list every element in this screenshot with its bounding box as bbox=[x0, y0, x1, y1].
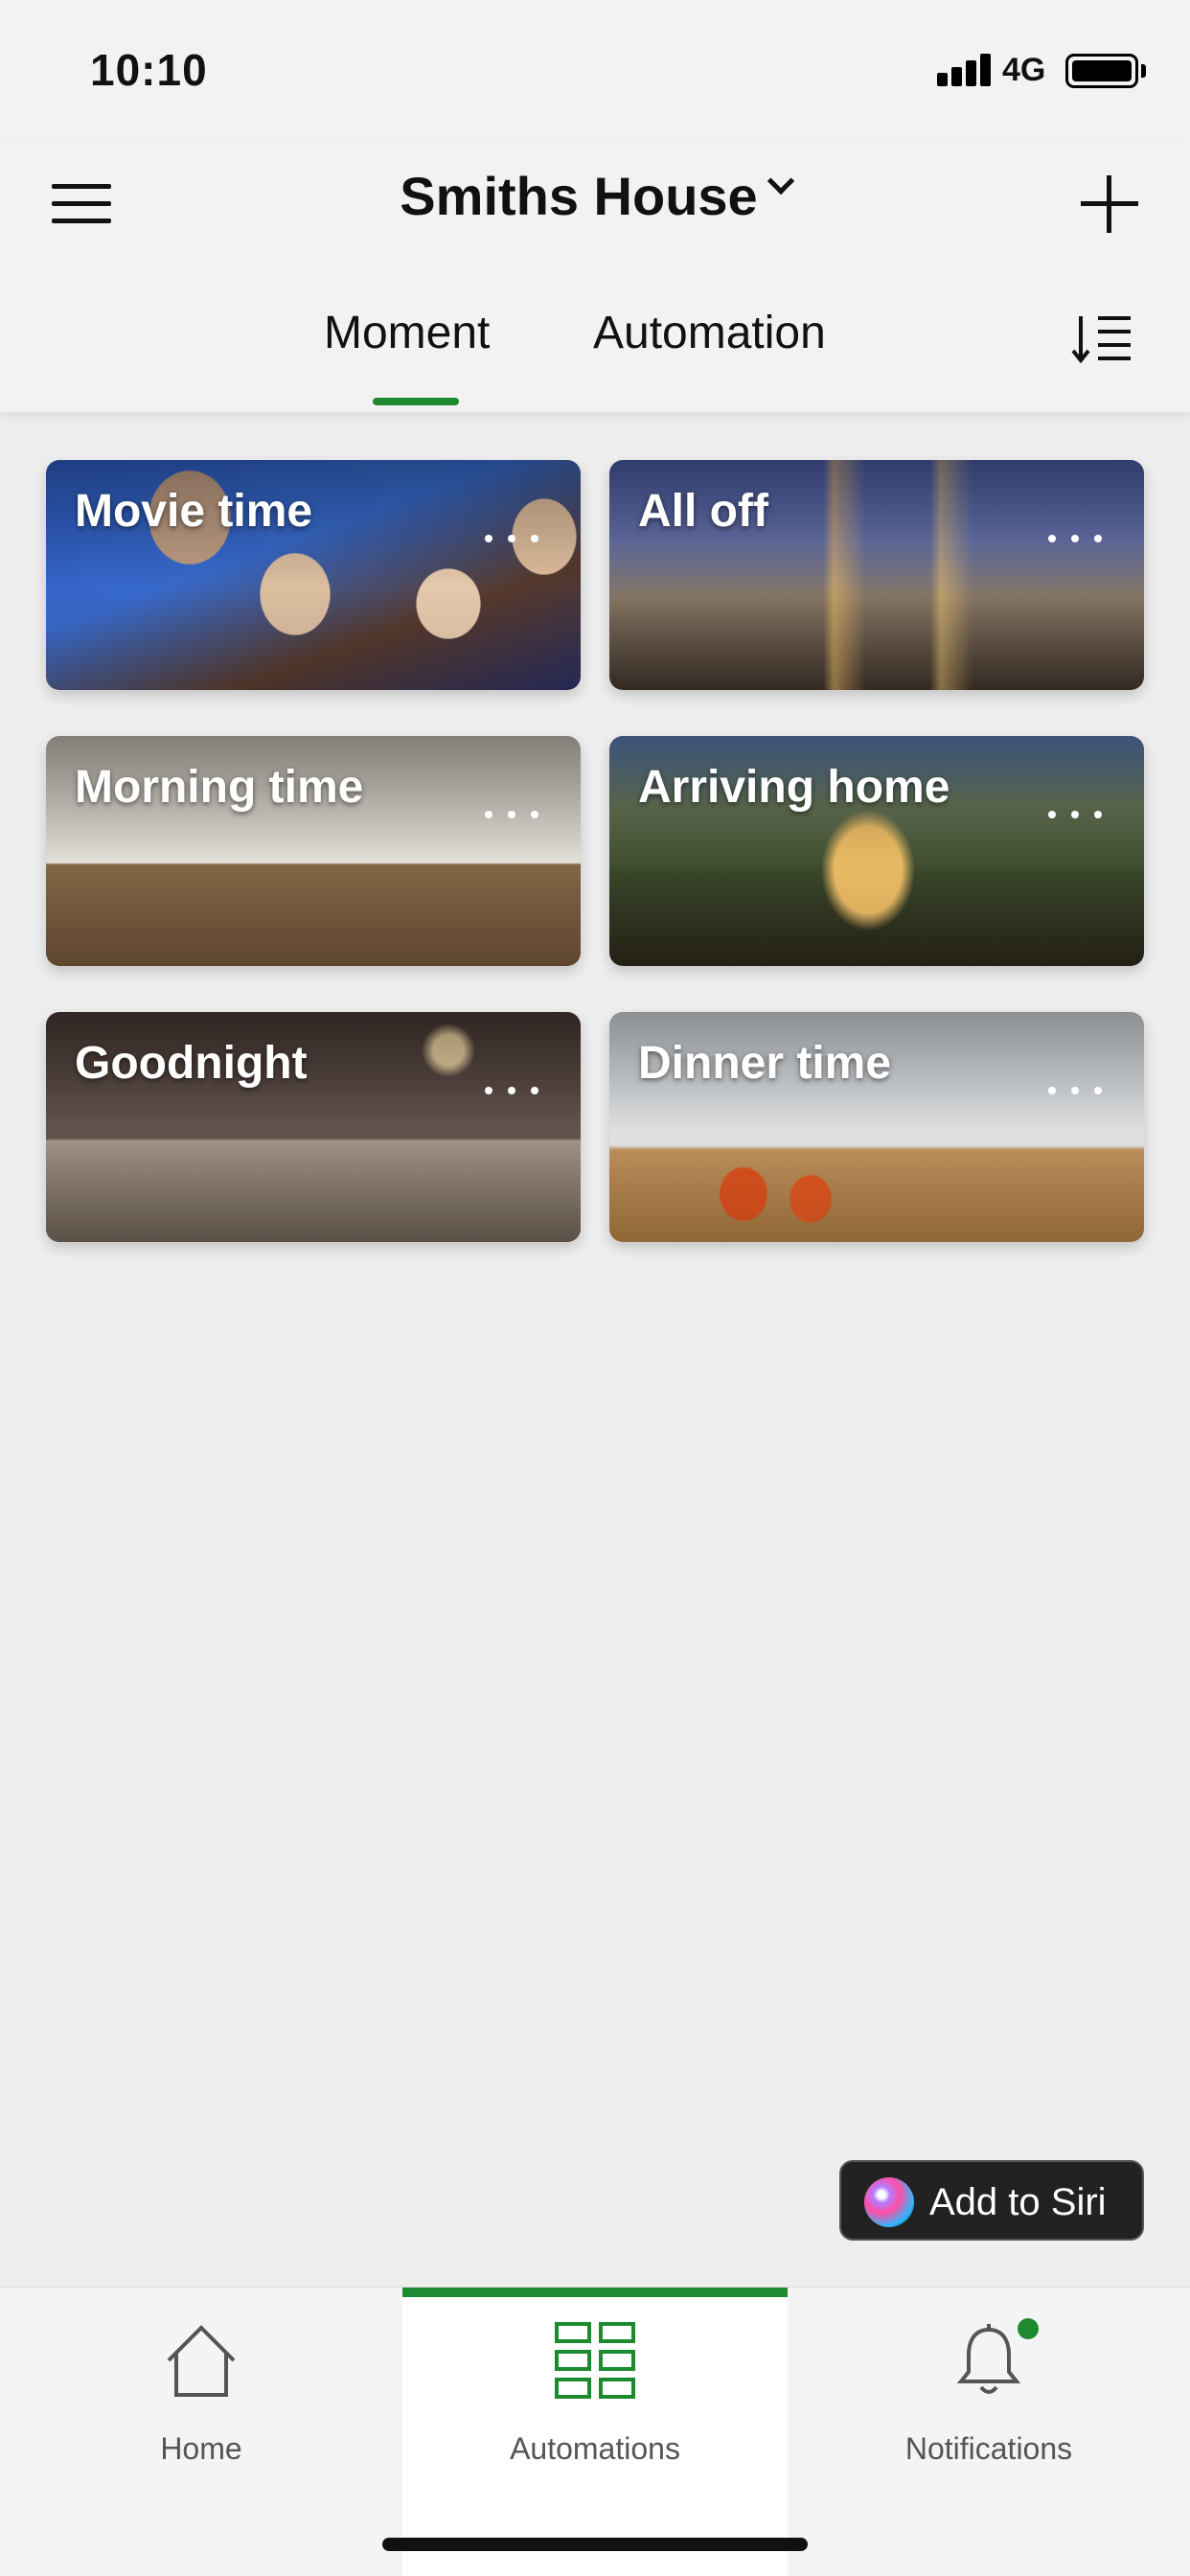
active-tab-indicator bbox=[373, 398, 459, 405]
more-dots-icon[interactable] bbox=[485, 1081, 542, 1098]
moment-title: All off bbox=[638, 486, 768, 537]
nav-label-automations: Automations bbox=[510, 2431, 680, 2466]
add-to-siri-button[interactable]: Add to Siri bbox=[839, 2160, 1144, 2241]
more-dots-icon[interactable] bbox=[1048, 529, 1106, 546]
more-dots-icon[interactable] bbox=[1048, 805, 1106, 822]
nav-item-automations[interactable]: Automations bbox=[402, 2288, 788, 2576]
battery-icon bbox=[1065, 54, 1138, 88]
moment-title: Movie time bbox=[75, 486, 313, 537]
tab-automation[interactable]: Automation bbox=[593, 307, 826, 359]
add-to-siri-label: Add to Siri bbox=[929, 2181, 1107, 2223]
more-dots-icon[interactable] bbox=[485, 805, 542, 822]
moment-card-arriving-home[interactable]: Arriving home bbox=[609, 736, 1144, 966]
tab-bar: Moment Automation bbox=[0, 307, 1190, 412]
house-selector[interactable]: Smiths House bbox=[0, 165, 1190, 227]
moment-card-dinner-time[interactable]: Dinner time bbox=[609, 1012, 1144, 1242]
nav-item-home[interactable]: Home bbox=[0, 2288, 402, 2576]
bottom-nav: Home Automations Notifications bbox=[0, 2287, 1190, 2576]
nav-item-notifications[interactable]: Notifications bbox=[788, 2288, 1190, 2576]
status-time: 10:10 bbox=[90, 45, 208, 95]
moment-title: Goodnight bbox=[75, 1038, 308, 1089]
nav-label-home: Home bbox=[160, 2431, 242, 2466]
moment-title: Morning time bbox=[75, 762, 364, 813]
notification-badge bbox=[1018, 2318, 1039, 2339]
siri-icon bbox=[864, 2177, 914, 2227]
moment-card-goodnight[interactable]: Goodnight bbox=[46, 1012, 581, 1242]
moment-title: Arriving home bbox=[638, 762, 950, 813]
status-bar: 10:10 4G bbox=[0, 0, 1190, 144]
tab-moment[interactable]: Moment bbox=[324, 307, 490, 359]
nav-label-notifications: Notifications bbox=[904, 2431, 1073, 2466]
automations-grid-icon bbox=[555, 2322, 635, 2399]
moment-title: Dinner time bbox=[638, 1038, 892, 1089]
active-nav-indicator bbox=[402, 2288, 788, 2297]
home-indicator bbox=[382, 2538, 808, 2551]
more-dots-icon[interactable] bbox=[485, 529, 542, 546]
app-screen: 10:10 4G Smiths House Moment Automation bbox=[0, 0, 1190, 2576]
moment-card-morning-time[interactable]: Morning time bbox=[46, 736, 581, 966]
chevron-down-icon bbox=[767, 167, 794, 195]
network-type: 4G bbox=[1002, 52, 1046, 88]
sort-list-icon[interactable] bbox=[1071, 312, 1133, 364]
plus-icon[interactable] bbox=[1081, 175, 1138, 233]
signal-icon bbox=[937, 52, 993, 86]
moment-card-all-off[interactable]: All off bbox=[609, 460, 1144, 690]
more-dots-icon[interactable] bbox=[1048, 1081, 1106, 1098]
home-icon bbox=[167, 2325, 236, 2397]
house-title: Smiths House bbox=[400, 166, 758, 226]
app-header: Smiths House Moment Automation bbox=[0, 144, 1190, 412]
bell-icon bbox=[956, 2324, 1021, 2394]
moment-card-movie-time[interactable]: Movie time bbox=[46, 460, 581, 690]
battery-tip bbox=[1141, 64, 1146, 78]
